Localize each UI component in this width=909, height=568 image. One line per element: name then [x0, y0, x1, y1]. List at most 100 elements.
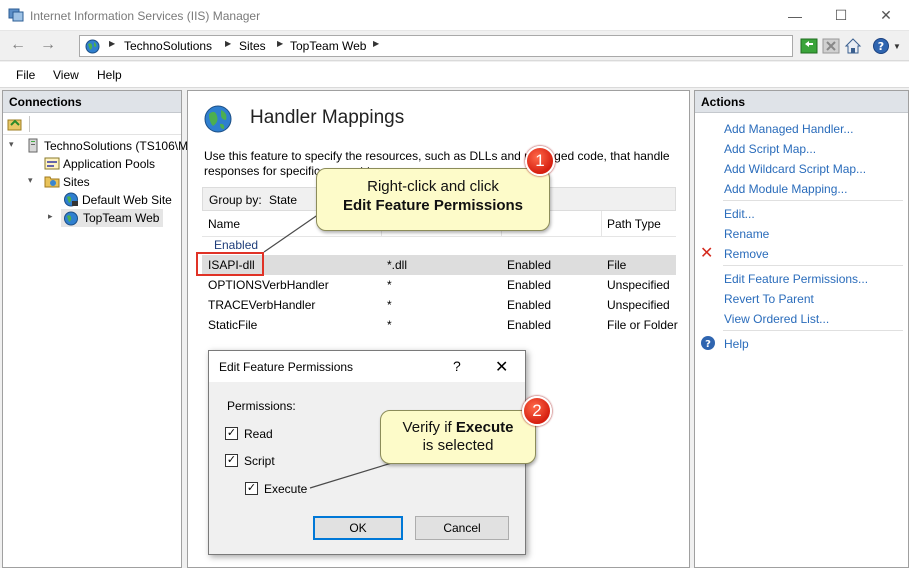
tree-topteam-web-label: TopTeam Web — [83, 211, 160, 225]
table-row[interactable]: TRACEVerbHandler * Enabled Unspecified — [202, 295, 676, 315]
action-view-ordered-list[interactable]: View Ordered List... — [724, 312, 829, 326]
collapse-icon[interactable]: ▾ — [28, 175, 33, 186]
help-icon: ? — [701, 336, 715, 350]
tree-sites[interactable]: Sites — [63, 173, 90, 191]
connections-header: Connections — [3, 91, 181, 113]
table-row[interactable]: StaticFile * Enabled File or Folder — [202, 315, 678, 335]
toolbar-divider — [29, 116, 30, 132]
table-row[interactable]: OPTIONSVerbHandler * Enabled Unspecified — [202, 275, 676, 295]
connections-toolbar — [3, 113, 181, 135]
menu-bar: File View Help — [0, 62, 909, 88]
chevron-right-icon: ▶ — [109, 39, 116, 48]
tree-application-pools[interactable]: Application Pools — [63, 155, 155, 173]
execute-label: Execute — [264, 482, 308, 496]
actions-divider — [723, 330, 903, 331]
chevron-right-icon: ▶ — [277, 39, 284, 48]
row-state: Enabled — [507, 278, 552, 292]
action-add-module-mapping[interactable]: Add Module Mapping... — [724, 182, 847, 196]
row-path: *.dll — [387, 258, 408, 272]
callout-1-line-2: Edit Feature Permissions — [342, 197, 524, 214]
actions-divider — [723, 200, 903, 201]
actions-divider — [723, 265, 903, 266]
breadcrumb-server[interactable]: TechnoSolutions — [124, 39, 212, 53]
tree-topteam-web[interactable]: TopTeam Web — [61, 209, 163, 227]
action-add-managed-handler[interactable]: Add Managed Handler... — [724, 122, 853, 136]
actions-panel: Actions Add Managed Handler... Add Scrip… — [694, 90, 909, 568]
read-checkbox[interactable]: ✓ — [225, 427, 238, 440]
breadcrumb-topteam[interactable]: TopTeam Web — [290, 39, 366, 53]
tree-server[interactable]: TechnoSolutions (TS106\M — [44, 137, 188, 155]
collapse-icon[interactable]: ▾ — [9, 139, 14, 150]
row-path: * — [387, 298, 392, 312]
row-path: * — [387, 318, 392, 332]
callout-right-click: Right-click and click Edit Feature Permi… — [316, 168, 550, 231]
callout-verify-execute: Verify if Execute is selected — [380, 410, 536, 464]
home-icon[interactable] — [844, 37, 862, 55]
action-revert-to-parent[interactable]: Revert To Parent — [724, 292, 814, 306]
default-web-site-icon — [64, 192, 78, 207]
refresh-icon[interactable] — [800, 37, 818, 55]
help-dropdown-icon[interactable]: ▼ — [893, 42, 901, 51]
help-icon[interactable]: ? — [872, 37, 890, 55]
action-remove[interactable]: Remove — [724, 247, 769, 261]
dialog-title: Edit Feature Permissions — [219, 360, 354, 374]
connect-icon[interactable] — [7, 117, 23, 131]
globe-icon — [85, 39, 100, 54]
web-site-icon — [64, 211, 78, 226]
actions-header: Actions — [695, 91, 908, 113]
action-edit-feature-permissions[interactable]: Edit Feature Permissions... — [724, 272, 868, 286]
dialog-title-bar: Edit Feature Permissions ? ✕ — [209, 351, 525, 382]
back-arrow-icon[interactable]: ← — [6, 36, 30, 56]
row-name: TRACEVerbHandler — [208, 298, 316, 312]
description-line-1: Use this feature to specify the resource… — [204, 149, 670, 163]
group-by-select[interactable]: State — [269, 193, 297, 207]
menu-view[interactable]: View — [53, 68, 79, 82]
row-path-type: File or Folder — [607, 318, 678, 332]
callout-2-execute-text: Execute — [455, 419, 514, 436]
highlight-box — [196, 252, 264, 276]
group-by-label: Group by: — [209, 193, 262, 207]
dialog-help-button[interactable]: ? — [453, 358, 461, 374]
action-rename[interactable]: Rename — [724, 227, 769, 241]
read-label: Read — [244, 427, 273, 441]
script-label: Script — [244, 454, 275, 468]
maximize-button[interactable]: ☐ — [818, 0, 864, 31]
breadcrumb-sites[interactable]: Sites — [239, 39, 266, 53]
column-name[interactable]: Name — [208, 217, 240, 231]
handler-mappings-globe-icon — [204, 105, 232, 133]
step-1-badge: 1 — [525, 146, 555, 176]
expand-icon[interactable]: ▸ — [48, 211, 53, 222]
forward-arrow-icon[interactable]: → — [36, 36, 60, 56]
tree-default-web-site[interactable]: Default Web Site — [82, 191, 172, 209]
row-path-type: File — [607, 258, 627, 272]
action-add-wildcard-script-map[interactable]: Add Wildcard Script Map... — [724, 162, 866, 176]
cancel-button[interactable]: Cancel — [415, 516, 509, 540]
action-add-script-map[interactable]: Add Script Map... — [724, 142, 816, 156]
stop-icon[interactable] — [822, 37, 840, 55]
callout-1-line-1: Right-click and click — [367, 178, 499, 195]
page-title: Handler Mappings — [250, 107, 405, 128]
application-pools-icon — [44, 157, 60, 170]
column-path-type[interactable]: Path Type — [607, 217, 661, 231]
window-title: Internet Information Services (IIS) Mana… — [30, 9, 261, 23]
row-state: Enabled — [507, 258, 552, 272]
action-edit[interactable]: Edit... — [724, 207, 755, 221]
minimize-button[interactable]: — — [772, 0, 818, 31]
row-path-type: Unspecified — [607, 278, 670, 292]
action-help[interactable]: Help — [724, 337, 749, 351]
script-checkbox[interactable]: ✓ — [225, 454, 238, 467]
address-toolbar: ← → ▶ TechnoSolutions ▶ Sites ▶ TopTeam … — [0, 31, 909, 61]
table-row[interactable]: ISAPI-dll *.dll Enabled File — [202, 255, 676, 275]
menu-help[interactable]: Help — [97, 68, 122, 82]
row-name: OPTIONSVerbHandler — [208, 278, 329, 292]
permissions-label: Permissions: — [227, 399, 296, 413]
address-bar[interactable]: ▶ TechnoSolutions ▶ Sites ▶ TopTeam Web … — [79, 35, 793, 57]
sites-folder-icon — [44, 176, 60, 188]
menu-file[interactable]: File — [16, 68, 35, 82]
ok-button[interactable]: OK — [313, 516, 403, 540]
row-path: * — [387, 278, 392, 292]
execute-checkbox[interactable]: ✓ — [245, 482, 258, 495]
close-button[interactable]: ✕ — [863, 0, 909, 31]
dialog-close-button[interactable]: ✕ — [495, 357, 508, 377]
remove-x-icon: ✕ — [700, 245, 714, 262]
